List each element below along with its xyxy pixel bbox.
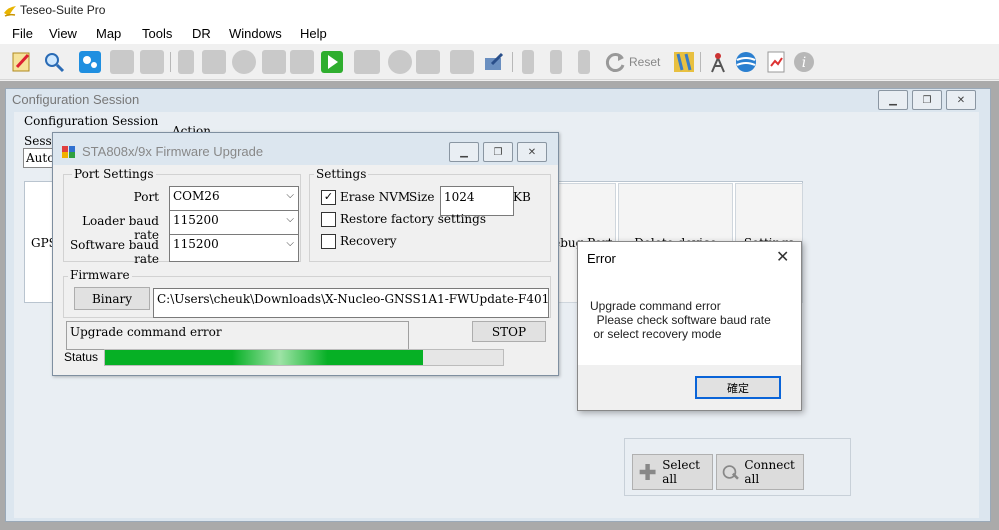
recovery-checkbox[interactable] [321,234,336,249]
app-title-bar [0,0,999,22]
chevron-down-icon: ⌵ [286,238,294,249]
plus-icon [639,464,656,480]
software-baud-label: Software baud rate [69,238,159,266]
progress-fill [105,350,424,365]
message-box: Upgrade command error [66,321,409,350]
configuration-session-group-label: Configuration Session [24,114,159,128]
thermometer-icon[interactable] [578,50,590,74]
toolbar-separator [170,52,171,72]
reset-label[interactable]: Reset [629,55,660,69]
database-icon[interactable] [416,50,440,74]
teseo-logo-icon [4,6,16,17]
size-label: Size [409,190,435,204]
menu-tools[interactable]: Tools [142,26,172,41]
menu-help[interactable]: Help [300,26,327,41]
settings-group-label: Settings [314,167,369,181]
toolbar: Reset i [0,44,999,80]
recovery-label: Recovery [340,234,397,248]
pin-icon[interactable] [178,50,194,74]
select-all-label: Select all [662,458,700,486]
ok-button[interactable]: 確定 [695,376,781,399]
connect-all-button[interactable]: Connect all [716,454,804,490]
satellite-icon[interactable] [110,50,134,74]
software-baud-select[interactable]: 115200 ⌵ [169,234,299,262]
menu-bar: File View Map Tools DR Windows Help [0,22,999,44]
fw-restore-button[interactable]: ❐ [483,142,513,162]
info-icon[interactable]: i [792,50,816,74]
toolbar-separator [700,52,701,72]
nmea-icon[interactable] [262,50,286,74]
thermometer-icon[interactable] [550,50,562,74]
port-settings-label: Port Settings [72,167,156,181]
error-dialog-title: Error [587,251,616,266]
menu-view[interactable]: View [49,26,77,41]
play-icon[interactable] [320,50,344,74]
svg-text:i: i [802,55,806,71]
menu-file[interactable]: File [12,26,33,41]
error-message-line2: Please check software baud rate [590,313,771,327]
minimize-button[interactable]: ▁ [878,90,908,110]
disk-icon[interactable] [388,50,412,74]
stop-button[interactable]: STOP [472,321,546,342]
bar-chart-icon[interactable] [202,50,226,74]
menu-map[interactable]: Map [96,26,121,41]
satellite-alt-icon[interactable] [140,50,164,74]
size-unit-label: KB [513,190,531,204]
fw-close-button[interactable]: ✕ [517,142,547,162]
gears-settings-icon[interactable] [78,50,102,74]
record-icon[interactable] [290,50,314,74]
chevron-down-icon: ⌵ [286,214,294,225]
terminal-icon[interactable] [354,50,380,74]
search-icon[interactable] [42,50,66,74]
menu-dr[interactable]: DR [192,26,211,41]
erase-nvm-label: Erase NVM [340,190,411,204]
connect-icon [722,465,739,480]
close-button[interactable]: ✕ [946,90,976,110]
session-mode-select[interactable]: Auto [23,148,55,168]
app-title: Teseo-Suite Pro [20,3,106,17]
antenna-icon[interactable] [706,50,730,74]
fw-minimize-button[interactable]: ▁ [449,142,479,162]
map-icon[interactable] [672,50,696,74]
firmware-group-label: Firmware [68,268,132,282]
erase-nvm-checkbox[interactable]: ✓ [321,190,336,205]
restore-factory-checkbox[interactable] [321,212,336,227]
binary-button[interactable]: Binary [74,287,150,310]
wave-globe-icon[interactable] [734,50,758,74]
flash-upload-icon[interactable] [482,50,506,74]
loader-baud-value: 115200 [173,213,219,227]
reset-icon[interactable] [604,50,628,74]
port-label: Port [133,190,159,204]
grid-icon[interactable] [450,50,474,74]
configuration-session-title: Configuration Session [12,92,140,107]
edit-notes-icon[interactable] [10,50,34,74]
port-value: COM26 [173,189,220,203]
error-message-line3: or select recovery mode [590,327,722,341]
restore-factory-label: Restore factory settings [340,212,486,226]
select-all-button[interactable]: Select all [632,454,713,490]
restore-button[interactable]: ❐ [912,90,942,110]
st-logo-icon [62,146,75,158]
status-progress-bar [104,349,504,366]
error-message-line1: Upgrade command error [590,299,721,313]
globe-icon[interactable] [232,50,256,74]
software-baud-value: 115200 [173,237,219,251]
close-icon[interactable]: ✕ [776,247,789,266]
toolbar-separator [512,52,513,72]
document-chart-icon[interactable] [764,50,788,74]
status-label: Status [64,350,99,364]
chevron-down-icon: ⌵ [286,190,294,201]
thermometer-icon[interactable] [522,50,534,74]
firmware-dialog-title: STA808x/9x Firmware Upgrade [82,144,264,159]
menu-windows[interactable]: Windows [229,26,282,41]
connect-all-label: Connect all [744,458,795,486]
firmware-path-input[interactable]: C:\Users\cheuk\Downloads\X-Nucleo-GNSS1A… [153,288,549,318]
